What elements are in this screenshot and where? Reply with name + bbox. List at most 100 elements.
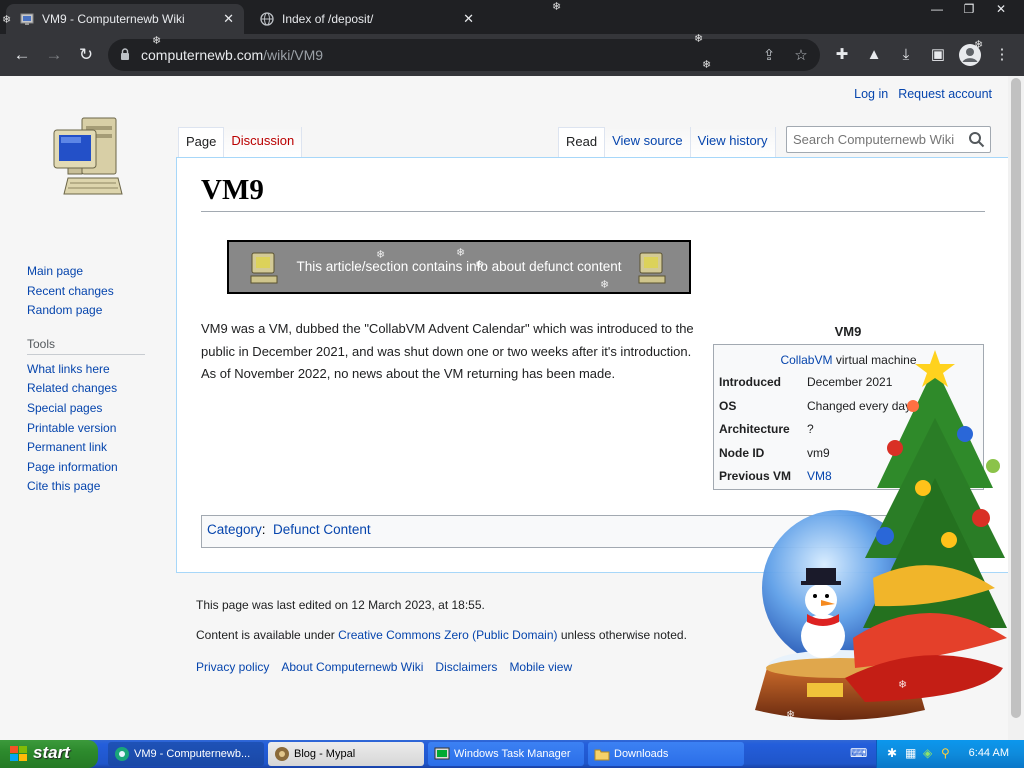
page-scrollbar[interactable] bbox=[1008, 76, 1024, 740]
browser-tab-strip: VM9 - Computernewb Wiki ✕ Index of /depo… bbox=[0, 0, 1024, 34]
sidebar-item-special-pages[interactable]: Special pages bbox=[27, 399, 145, 419]
screen: VM9 - Computernewb Wiki ✕ Index of /depo… bbox=[0, 0, 1024, 768]
address-bar[interactable]: computernewb.com/wiki/VM9 ⇪ ☆ bbox=[108, 39, 820, 71]
privacy-policy-link[interactable]: Privacy policy bbox=[196, 660, 269, 674]
extensions-puzzle-icon[interactable]: ✚ bbox=[832, 45, 852, 65]
last-edited-text: This page was last edited on 12 March 20… bbox=[196, 598, 485, 612]
snowflake-icon: ❄ bbox=[786, 709, 796, 721]
taskbar-clock: 6:44 AM bbox=[968, 747, 1009, 759]
forward-arrow-icon[interactable]: → bbox=[43, 44, 65, 66]
sidebar-item-random-page[interactable]: Random page bbox=[27, 301, 145, 321]
wiki-logo-computer-icon[interactable] bbox=[50, 114, 126, 200]
tab-discussion[interactable]: Discussion bbox=[224, 127, 303, 157]
tab-page[interactable]: Page bbox=[178, 127, 225, 157]
sidebar-item-printable-version[interactable]: Printable version bbox=[27, 419, 145, 439]
tab-view-source-label[interactable]: View source bbox=[612, 133, 683, 148]
taskbar-button-vm9[interactable]: VM9 - Computernewb... bbox=[108, 742, 264, 766]
sidebar-item-what-links-here[interactable]: What links here bbox=[27, 360, 145, 380]
about-link[interactable]: About Computernewb Wiki bbox=[281, 660, 423, 674]
back-arrow-icon[interactable]: ← bbox=[11, 44, 33, 66]
personal-tools: Log in Request account bbox=[844, 87, 992, 101]
snowflake-icon: ❄ bbox=[600, 279, 610, 291]
tab-view-source[interactable]: View source bbox=[605, 127, 691, 157]
disclaimers-link[interactable]: Disclaimers bbox=[435, 660, 497, 674]
task-manager-icon bbox=[434, 747, 450, 760]
more-menu-icon[interactable]: ⋮ bbox=[992, 45, 1012, 65]
taskbar-button-task-manager[interactable]: Windows Task Manager bbox=[428, 742, 584, 766]
browser-icon bbox=[115, 747, 129, 761]
side-panel-icon[interactable]: ▣ bbox=[928, 45, 948, 65]
view-tabs: Read View source View history bbox=[558, 127, 776, 157]
snowflake-icon: ❄ bbox=[552, 1, 562, 13]
taskbar-button-label: Windows Task Manager bbox=[454, 748, 571, 760]
search-icon[interactable] bbox=[968, 131, 985, 148]
sidebar-item-page-information[interactable]: Page information bbox=[27, 458, 145, 478]
page-title: VM9 bbox=[201, 174, 985, 212]
reload-icon[interactable]: ↻ bbox=[75, 44, 97, 66]
sidebar-item-recent-changes[interactable]: Recent changes bbox=[27, 282, 145, 302]
snowflake-icon: ❄ bbox=[152, 35, 162, 47]
close-window-icon[interactable]: ✕ bbox=[986, 0, 1016, 18]
sidebar-item-related-changes[interactable]: Related changes bbox=[27, 379, 145, 399]
keyboard-icon[interactable]: ⌨ bbox=[850, 746, 867, 760]
window-controls: — ❐ ✕ bbox=[922, 0, 1016, 18]
tab-view-history[interactable]: View history bbox=[690, 127, 776, 157]
url-path: /wiki/VM9 bbox=[263, 47, 324, 63]
snowflake-icon: ❄ bbox=[702, 59, 712, 71]
start-label: start bbox=[33, 743, 70, 762]
article-paragraph: VM9 was a VM, dubbed the "CollabVM Adven… bbox=[201, 321, 694, 382]
license-link[interactable]: Creative Commons Zero (Public Domain) bbox=[338, 628, 557, 642]
labs-flask-icon[interactable]: ▲ bbox=[864, 45, 884, 65]
windows-flag-icon bbox=[10, 746, 27, 761]
tab-read-label: Read bbox=[566, 134, 598, 149]
scrollbar-thumb[interactable] bbox=[1011, 78, 1021, 718]
license-suffix: unless otherwise noted. bbox=[557, 627, 687, 642]
taskbar-button-downloads[interactable]: Downloads bbox=[588, 742, 744, 766]
namespace-tabs: Page Discussion bbox=[178, 127, 303, 157]
tab-title: VM9 - Computernewb Wiki bbox=[42, 12, 185, 26]
lock-icon bbox=[121, 48, 129, 60]
notice-text: This article/section contains info about… bbox=[296, 259, 622, 274]
search-tray-icon[interactable]: ⚲ bbox=[941, 746, 955, 760]
globe-icon bbox=[260, 12, 274, 26]
tab-title: Index of /deposit/ bbox=[282, 12, 374, 26]
browser-tab-deposit[interactable]: Index of /deposit/ ✕ bbox=[246, 4, 484, 34]
tab-view-history-label[interactable]: View history bbox=[698, 133, 768, 148]
sidebar-item-cite-this-page[interactable]: Cite this page bbox=[27, 477, 145, 497]
sidebar-item-permanent-link[interactable]: Permanent link bbox=[27, 438, 145, 458]
mobile-view-link[interactable]: Mobile view bbox=[509, 660, 572, 674]
share-icon[interactable]: ⇪ bbox=[760, 47, 778, 65]
request-account-link[interactable]: Request account bbox=[898, 87, 992, 101]
taskbar-button-label: Blog - Mypal bbox=[294, 748, 356, 760]
restore-icon[interactable]: ❐ bbox=[954, 0, 984, 18]
search-input[interactable] bbox=[787, 127, 962, 152]
sidebar: Main page Recent changes Random page Too… bbox=[27, 262, 145, 497]
christmas-tree-snowglobe-decoration bbox=[755, 350, 1007, 720]
network-icon[interactable]: ✱ bbox=[887, 746, 901, 760]
login-link[interactable]: Log in bbox=[854, 87, 888, 101]
page-footer: This page was last edited on 12 March 20… bbox=[196, 598, 687, 690]
taskbar-button-blog[interactable]: Blog - Mypal bbox=[268, 742, 424, 766]
close-tab-icon[interactable]: ✕ bbox=[223, 11, 234, 27]
shield-icon[interactable]: ◈ bbox=[923, 746, 937, 760]
category-defunct-content-link[interactable]: Defunct Content bbox=[273, 522, 371, 537]
minimize-icon[interactable]: — bbox=[922, 0, 952, 18]
tab-discussion-label[interactable]: Discussion bbox=[231, 133, 294, 148]
display-icon[interactable]: ▦ bbox=[905, 746, 919, 760]
categories-link[interactable]: Category bbox=[207, 522, 262, 537]
bookmark-star-icon[interactable]: ☆ bbox=[792, 47, 810, 65]
start-button[interactable]: start bbox=[0, 740, 98, 768]
sidebar-item-main-page[interactable]: Main page bbox=[27, 262, 145, 282]
snowflake-icon: ❄ bbox=[2, 14, 12, 26]
category-colon: : bbox=[261, 522, 274, 537]
snowflake-icon: ❄ bbox=[694, 33, 704, 45]
wiki-page: Log in Request account Main page Recent c… bbox=[0, 76, 1008, 740]
tab-read[interactable]: Read bbox=[558, 127, 606, 157]
close-tab-icon[interactable]: ✕ bbox=[463, 11, 474, 27]
browser-tab-vm9[interactable]: VM9 - Computernewb Wiki ✕ bbox=[6, 4, 244, 34]
infobox-title: VM9 bbox=[834, 324, 862, 339]
wiki-favicon-icon bbox=[20, 13, 34, 25]
url-text: computernewb.com/wiki/VM9 bbox=[141, 47, 323, 63]
download-icon[interactable]: ⤓ bbox=[896, 45, 916, 65]
tab-page-label: Page bbox=[186, 134, 217, 149]
